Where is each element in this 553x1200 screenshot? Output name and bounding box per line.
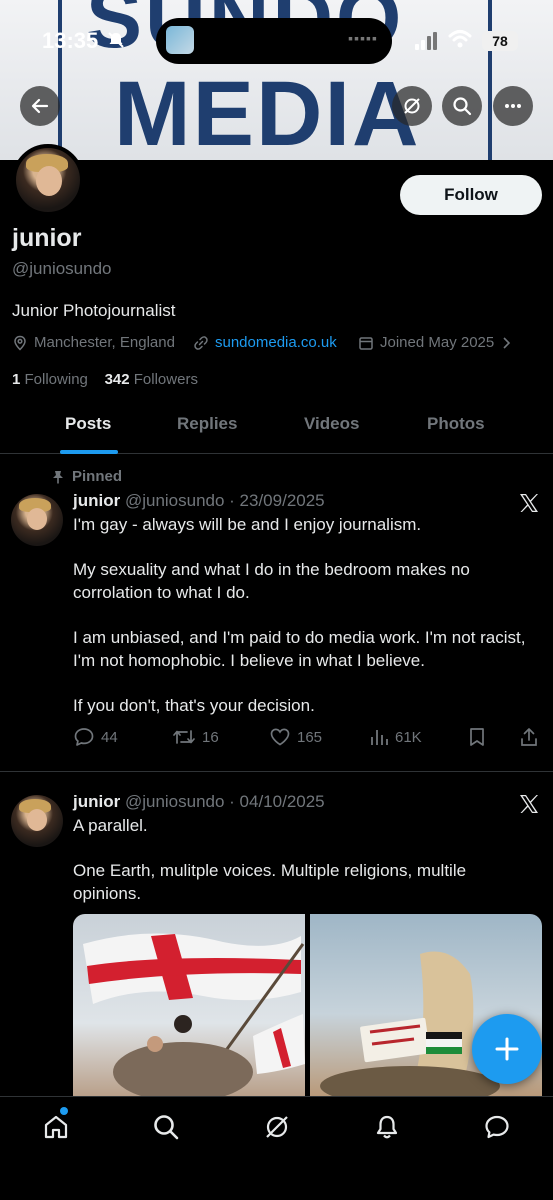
nav-search[interactable] [150, 1111, 182, 1143]
banner-text-line2: MEDIA [114, 63, 421, 160]
tab-photos[interactable]: Photos [427, 414, 485, 434]
views-icon [371, 730, 388, 745]
search-icon [453, 97, 472, 116]
post-author-name[interactable]: junior [73, 792, 120, 811]
avatar-face [27, 508, 47, 530]
location-pin-icon [14, 335, 26, 351]
arrow-left-icon [31, 98, 49, 114]
dynamic-island: ▪▪▪▪▪ [156, 18, 392, 64]
more-button[interactable] [493, 86, 533, 126]
bottom-navigation [0, 1096, 553, 1200]
chevron-right-icon [503, 336, 511, 349]
location-label: Manchester, England [34, 334, 175, 351]
following-label: Following [24, 371, 88, 388]
reply-button[interactable]: 44 [73, 726, 118, 748]
link-icon [194, 335, 208, 350]
tab-videos[interactable]: Videos [304, 414, 359, 434]
status-time: 13:35 [42, 28, 99, 53]
compose-post-button[interactable] [472, 1014, 542, 1084]
now-playing-thumbnail [166, 26, 194, 54]
following-count: 1 [12, 371, 21, 388]
post-avatar[interactable] [11, 494, 63, 546]
banner-frame-right [488, 0, 492, 160]
profile-location: Manchester, England [12, 334, 175, 351]
flag-photo-illustration [83, 933, 305, 1096]
reply-icon [74, 728, 94, 746]
views-count: 61K [395, 728, 422, 746]
bell-icon [376, 1115, 398, 1139]
followers-link[interactable]: 342 Followers [105, 371, 198, 388]
grok-icon [404, 98, 420, 114]
grok-icon [266, 1116, 288, 1138]
profile-website[interactable]: sundomedia.co.uk [193, 334, 337, 351]
repost-count: 16 [202, 728, 219, 746]
post-handle-date: @juniosundo · 23/09/2025 [124, 491, 325, 510]
like-button[interactable]: 165 [269, 726, 322, 748]
post-divider [0, 771, 553, 772]
share-button[interactable] [519, 726, 539, 748]
profile-tabs: Posts Replies Videos Photos [0, 400, 553, 454]
followers-count: 342 [104, 371, 130, 388]
post-text: I'm gay - always will be and I enjoy jou… [73, 515, 526, 715]
nav-messages[interactable] [481, 1111, 513, 1143]
messages-icon [485, 1115, 509, 1139]
post-author-name[interactable]: junior [73, 491, 120, 510]
x-logo-icon [520, 494, 538, 512]
follow-button[interactable]: Follow [400, 175, 542, 215]
heart-icon [270, 728, 290, 746]
x-logo-icon [520, 795, 538, 813]
like-count: 165 [297, 728, 323, 746]
tab-posts[interactable]: Posts [65, 414, 111, 434]
post-text: A parallel. One Earth, mulitple voices. … [73, 816, 467, 903]
cellular-signal-icon [415, 32, 437, 50]
post-avatar[interactable] [11, 795, 63, 847]
profile-bio: Junior Photojournalist [12, 301, 176, 320]
views-button[interactable]: 61K [369, 726, 422, 748]
post-photo-flag[interactable] [73, 914, 305, 1096]
post-header: junior @juniosundo · 23/09/2025 [73, 491, 325, 511]
post-handle-date: @juniosundo · 04/10/2025 [124, 792, 325, 811]
joined-label: Joined May 2025 [380, 334, 495, 351]
avatar-face [27, 809, 47, 831]
pin-icon [53, 470, 63, 483]
audio-wave-icon: ▪▪▪▪▪ [348, 30, 378, 46]
share-icon [521, 728, 537, 746]
calendar-icon [359, 336, 373, 350]
bookmark-icon [470, 728, 484, 746]
nav-home[interactable] [40, 1111, 72, 1143]
grok-button[interactable] [392, 86, 432, 126]
bookmark-button[interactable] [467, 726, 487, 748]
wifi-icon [448, 30, 472, 48]
followers-label: Followers [133, 371, 198, 388]
profile-counts: 1 Following 342 Followers [12, 371, 198, 388]
profile-handle: @juniosundo [12, 259, 112, 278]
profile-display-name: junior [12, 224, 82, 252]
nav-notifications[interactable] [371, 1111, 403, 1143]
website-link[interactable]: sundomedia.co.uk [215, 334, 337, 351]
home-icon [44, 1115, 68, 1139]
search-icon [154, 1115, 179, 1140]
banner-frame-left [58, 0, 62, 160]
home-notification-dot [60, 1107, 68, 1115]
search-button[interactable] [442, 86, 482, 126]
battery-indicator: 78 [482, 31, 518, 51]
repost-button[interactable]: 16 [172, 726, 219, 748]
repost-icon [173, 730, 195, 744]
back-button[interactable] [20, 86, 60, 126]
plus-icon [495, 1037, 519, 1061]
pinned-text: Pinned [72, 468, 123, 485]
pinned-label: Pinned [52, 468, 122, 485]
profile-joined[interactable]: Joined May 2025 [358, 334, 512, 351]
following-link[interactable]: 1 Following [12, 371, 88, 388]
nav-grok[interactable] [261, 1111, 293, 1143]
bell-slash-icon [108, 32, 124, 48]
profile-avatar[interactable] [12, 144, 84, 216]
tab-replies[interactable]: Replies [177, 414, 237, 434]
more-icon [505, 104, 521, 108]
reply-count: 44 [101, 728, 118, 746]
post-header: junior @juniosundo · 04/10/2025 [73, 792, 325, 812]
avatar-face [36, 166, 62, 196]
post-actions: 44 16 165 61K [73, 726, 543, 750]
active-tab-indicator [60, 450, 118, 454]
